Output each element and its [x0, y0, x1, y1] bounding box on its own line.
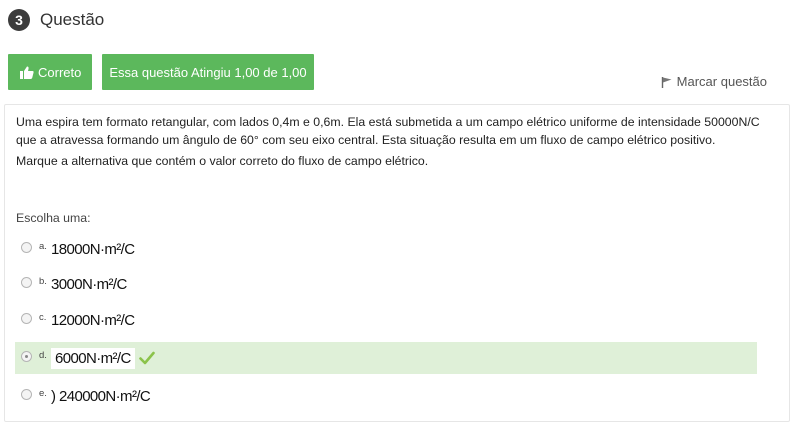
thumbs-up-icon	[20, 66, 34, 79]
option-value: 18000N·m²/C	[51, 240, 135, 258]
score-label: Essa questão Atingiu 1,00 de 1,00	[109, 64, 307, 80]
radio-a[interactable]	[21, 241, 32, 253]
score-button[interactable]: Essa questão Atingiu 1,00 de 1,00	[102, 54, 314, 90]
flag-icon	[661, 76, 672, 88]
correct-button[interactable]: Correto	[8, 54, 92, 90]
option-value: ) 240000N·m²/C	[51, 387, 151, 405]
option-letter: c.	[39, 311, 47, 323]
option-letter: e.	[39, 387, 47, 399]
question-paragraph-2: Marque a alternativa que contém o valor …	[16, 154, 429, 168]
option-d[interactable]: d. 6000N·m²/C	[15, 342, 757, 374]
option-value: 6000N·m²/C	[51, 347, 135, 369]
option-value: 3000N·m²/C	[51, 275, 127, 293]
radio-d[interactable]	[21, 350, 32, 362]
option-e[interactable]: e. ) 240000N·m²/C	[15, 380, 757, 412]
option-c[interactable]: c. 12000N·m²/C	[15, 304, 757, 336]
option-letter: d.	[39, 349, 47, 361]
choose-label: Escolha uma:	[16, 211, 91, 225]
option-b[interactable]: b. 3000N·m²/C	[15, 268, 757, 300]
radio-c[interactable]	[21, 312, 32, 324]
radio-b[interactable]	[21, 276, 32, 288]
question-header: 3 Questão	[8, 9, 104, 31]
option-a[interactable]: a. 18000N·m²/C	[15, 233, 757, 265]
radio-e[interactable]	[21, 388, 32, 400]
flag-label: Marcar questão	[676, 74, 767, 89]
question-number-badge: 3	[8, 9, 30, 31]
option-letter: a.	[39, 240, 47, 252]
question-paragraph-1: Uma espira tem formato retangular, com l…	[16, 115, 760, 147]
correct-label: Correto	[38, 64, 82, 80]
question-title: Questão	[40, 10, 105, 29]
question-card: Uma espira tem formato retangular, com l…	[4, 104, 790, 422]
question-text: Uma espira tem formato retangular, com l…	[16, 113, 776, 173]
option-letter: b.	[39, 275, 47, 287]
option-value: 12000N·m²/C	[51, 311, 135, 329]
flag-question-link[interactable]: Marcar questão	[661, 74, 767, 89]
check-icon	[138, 351, 155, 365]
